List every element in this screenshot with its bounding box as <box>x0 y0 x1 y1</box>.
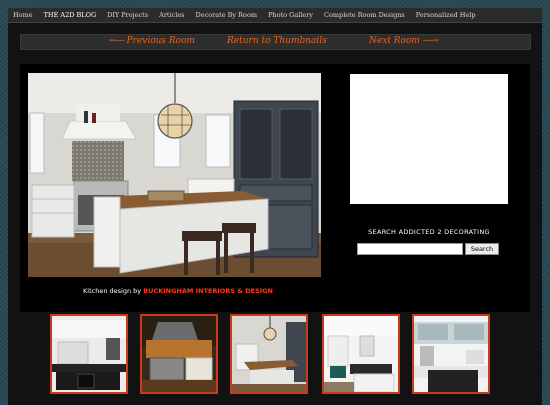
photo-caption: Kitchen design by BUCKINGHAM INTERIORS &… <box>20 287 336 295</box>
page-container: Home THE A2D BLOG DIY Projects Articles … <box>8 8 542 405</box>
ad-box <box>350 74 508 204</box>
thumbnail-3-image <box>232 316 306 392</box>
thumbnail-4-image <box>324 316 398 392</box>
thumbnail-3[interactable] <box>230 314 308 394</box>
search-input[interactable] <box>357 243 463 255</box>
nav-complete-room-designs[interactable]: Complete Room Designs <box>324 11 405 19</box>
arrow-right-icon: —→ <box>422 36 439 46</box>
nav-articles[interactable]: Articles <box>159 11 184 19</box>
next-room-link[interactable]: Next Room —→ <box>369 36 439 46</box>
pager-bar: ←— Previous Room Return to Thumbnails Ne… <box>20 34 531 50</box>
return-to-thumbnails-link[interactable]: Return to Thumbnails <box>227 36 327 46</box>
previous-room-link[interactable]: ←— Previous Room <box>109 36 195 46</box>
return-to-thumbnails-label: Return to Thumbnails <box>227 36 327 46</box>
search-title: SEARCH ADDICTED 2 DECORATING <box>368 228 490 236</box>
search-button[interactable]: Search <box>465 243 499 255</box>
top-nav: Home THE A2D BLOG DIY Projects Articles … <box>8 8 542 23</box>
arrow-left-icon: ←— <box>109 36 125 46</box>
nav-decorate-by-room[interactable]: Decorate By Room <box>196 11 258 19</box>
nav-diy-projects[interactable]: DIY Projects <box>107 11 148 19</box>
nav-blog[interactable]: THE A2D BLOG <box>44 11 97 19</box>
main-kitchen-photo <box>28 73 321 277</box>
kitchen-photo-image <box>28 73 321 277</box>
thumbnail-1-image <box>52 316 126 392</box>
thumbnail-2[interactable] <box>140 314 218 394</box>
thumbnail-4[interactable] <box>322 314 400 394</box>
nav-home[interactable]: Home <box>13 11 33 19</box>
thumbnail-5[interactable] <box>412 314 490 394</box>
designer-link[interactable]: BUCKINGHAM INTERIORS & DESIGN <box>143 287 273 295</box>
nav-photo-gallery[interactable]: Photo Gallery <box>268 11 313 19</box>
thumbnail-1[interactable] <box>50 314 128 394</box>
caption-prefix: Kitchen design by <box>83 287 144 295</box>
content-panel: Kitchen design by BUCKINGHAM INTERIORS &… <box>20 64 530 312</box>
thumbnail-5-image <box>414 316 488 392</box>
next-room-label: Next Room <box>369 36 420 46</box>
previous-room-label: Previous Room <box>126 36 196 46</box>
thumbnail-2-image <box>142 316 216 392</box>
nav-personalized-help[interactable]: Personalized Help <box>416 11 476 19</box>
